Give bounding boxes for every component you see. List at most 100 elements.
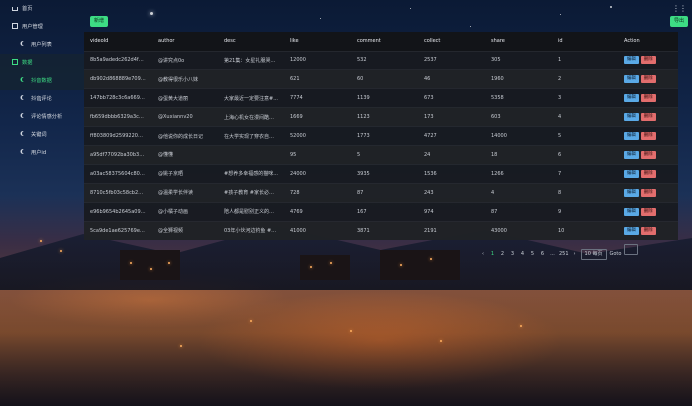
edit-button[interactable]: 编辑 [624,226,639,235]
column-header: share [491,38,505,45]
column-header: author [158,38,175,45]
table-cell: @温柔学长伴读 [158,190,194,197]
export-button[interactable]: 导出 [670,16,689,27]
sidebar-item-label: 用户管理 [22,24,43,30]
table-cell: 305 [491,57,501,64]
delete-button[interactable]: 删除 [640,207,656,216]
page-number[interactable]: 4 [519,250,526,259]
action-cell: 编辑 删除 [618,202,678,221]
table-cell: 621 [290,76,300,83]
sidebar-item-label: 评论情感分析 [31,114,63,120]
table-cell: 24000 [290,170,306,177]
delete-button[interactable]: 删除 [640,132,656,140]
table-cell: 1960 [491,76,504,83]
table-cell: 603 [491,114,501,121]
delete-button[interactable]: 删除 [640,75,656,84]
next-page-icon[interactable]: › [572,250,578,259]
sidebar-item-3[interactable]: 数据 [0,54,84,72]
page-number[interactable]: 5 [529,250,536,259]
column-header: collect [424,38,441,45]
table-cell: 陪人都是慰别正义的化... [224,209,279,216]
table-row: a95df77092ba30b3bc... @懂懂 95 5 24 18 6 编辑 删除 [84,145,678,165]
sidebar-item-4[interactable]: 抖音数据 [0,72,84,90]
page-number[interactable]: 6 [539,250,546,259]
page-number[interactable]: 3 [509,250,516,259]
table-cell: a95df77092ba30b3bc... [90,151,150,158]
table-header-row: videoId author desc like comment collect share… [84,32,678,51]
table-cell: 12000 [290,57,306,64]
action-cell: 编辑 删除 [618,164,678,183]
goto-input[interactable] [624,244,639,255]
add-button[interactable]: 新增 [90,16,109,27]
table-cell: 60 [357,76,364,83]
sidebar-item-label: 关键词 [31,132,47,138]
delete-button[interactable]: 删除 [640,226,656,235]
action-cell: 编辑 删除 [618,145,678,164]
table-cell: 1123 [357,114,370,121]
more-menu-icon[interactable]: ⋮⋮ [672,4,687,13]
action-cell: 编辑 删除 [618,221,678,240]
edit-button[interactable]: 编辑 [624,132,639,140]
table-cell: @全狮视频 [158,228,184,235]
sidebar-item-6[interactable]: 评论情感分析 [0,108,84,126]
table-cell: @懂懂 [158,152,174,159]
table-row: e96b9654b2645a091f... @小橘子动画 陪人都是慰别正义的化...… [84,202,678,221]
table-cell [218,70,284,89]
edit-button[interactable]: 编辑 [624,75,639,84]
table-cell: 在大学实现了穿衣自由... [224,133,279,140]
table-cell: 243 [424,189,434,196]
column-header: Action [624,38,640,45]
table-row: fb659dbbb6329a3cbc... @Xuxiannv20 上海心机女在漫间… [84,107,678,127]
page-size-select[interactable]: 10 每页 [580,249,607,260]
sidebar-item-8[interactable]: 用户id [0,144,84,162]
page-number[interactable]: 251 [559,250,569,259]
table-cell: 18 [491,151,498,158]
delete-button[interactable]: 删除 [640,113,656,122]
table-cell: @讲究点0o [158,57,185,64]
data-table: videoId author desc like comment collect share… [84,32,678,240]
table-cell: 5 [357,151,361,158]
edit-button[interactable]: 编辑 [624,56,639,65]
table-cell: 14000 [491,133,507,139]
edit-button[interactable]: 编辑 [624,94,639,103]
table-cell: db902d868889e7094... [90,76,149,83]
sidebar-item-5[interactable]: 抖音评论 [0,90,84,108]
table-cell: 728 [290,189,300,196]
table-cell: 9 [558,208,562,215]
delete-button[interactable]: 删除 [640,94,656,103]
table-cell: 1266 [491,170,504,177]
edit-button[interactable]: 编辑 [624,150,639,159]
page-number[interactable]: ... [549,250,556,259]
sidebar-item-1[interactable]: 用户管理 [0,18,84,36]
table-cell: 4 [491,189,495,196]
page-number[interactable]: 1 [489,250,496,259]
edit-button[interactable]: 编辑 [624,207,639,216]
sidebar-item-label: 用户id [31,150,47,156]
delete-button[interactable]: 删除 [640,188,656,197]
delete-button[interactable]: 删除 [640,169,656,178]
table-cell: 6 [558,151,562,158]
edit-button[interactable]: 编辑 [624,188,639,197]
sidebar-item-label: 抖音评论 [31,96,52,102]
page-number[interactable]: 2 [499,250,506,259]
table-row: a03ac58375604c806e... @姚子京晒 #想养多幸福感的猫咪... 2… [84,164,678,183]
table-cell: @姚子京晒 [158,171,184,178]
sidebar-item-0[interactable]: 首页 [0,0,84,18]
table-row: 8710c5fb03c58cb224... @温柔学长伴读 #孩子教育 #家长必看 … [84,183,678,203]
table-cell: 10 [558,227,565,234]
edit-button[interactable]: 编辑 [624,169,639,178]
table-cell: 2191 [424,227,437,234]
table-cell: ff803809d2599220913... [90,133,152,139]
prev-page-icon[interactable]: ‹ [480,250,486,259]
table-cell: 1536 [424,170,437,177]
column-header: id [558,38,563,45]
delete-button[interactable]: 删除 [640,150,656,159]
sidebar-item-2[interactable]: 用户列表 [0,36,84,54]
sidebar-item-label: 用户列表 [31,42,52,48]
edit-button[interactable]: 编辑 [624,113,639,122]
sidebar: 首页用户管理用户列表数据 抖音数据抖音评论评论情感分析 关键词用户id [0,0,84,406]
sidebar-item-7[interactable]: 关键词 [0,126,84,144]
delete-button[interactable]: 删除 [640,56,656,65]
house-icon [12,6,18,11]
table-cell: 3935 [357,170,370,177]
